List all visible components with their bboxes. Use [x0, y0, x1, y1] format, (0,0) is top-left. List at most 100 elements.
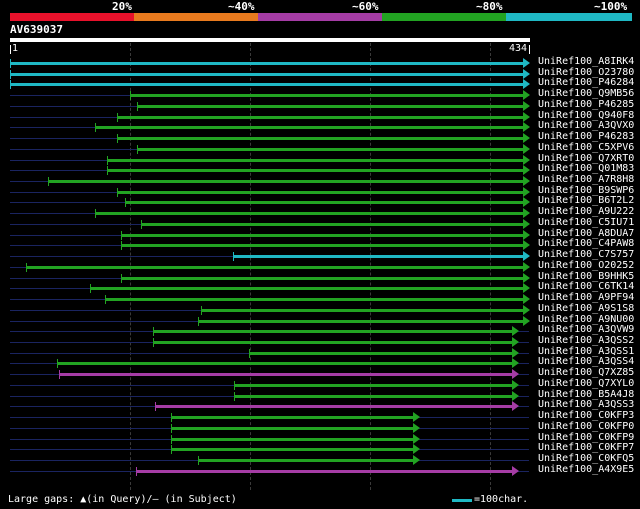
hit-alignment-bar	[153, 330, 512, 334]
query-name: AV639037	[10, 23, 63, 36]
hit-alignment-bar	[117, 190, 523, 194]
hit-start-cap	[198, 456, 199, 465]
hit-end-arrow-icon	[512, 369, 519, 380]
hit-end-arrow-icon	[413, 412, 420, 423]
hit-end-arrow-icon	[523, 165, 530, 176]
color-band-segment	[134, 13, 258, 21]
hit-end-arrow-icon	[523, 294, 530, 305]
hit-start-cap	[137, 144, 138, 154]
hit-start-cap	[125, 198, 126, 208]
hit-end-arrow-icon	[413, 444, 420, 455]
hit-end-arrow-icon	[523, 315, 530, 326]
hit-end-arrow-icon	[512, 336, 519, 347]
hit-start-cap	[117, 112, 118, 122]
hit-end-arrow-icon	[413, 433, 420, 444]
hit-alignment-bar	[201, 308, 523, 312]
hit-alignment-bar	[121, 276, 523, 280]
hit-start-cap	[130, 91, 131, 101]
hit-alignment-bar	[90, 287, 523, 291]
hit-alignment-bar	[105, 298, 523, 302]
hit-end-arrow-icon	[512, 401, 519, 412]
hit-alignment-bar	[153, 340, 512, 344]
hit-start-cap	[137, 101, 138, 111]
hit-alignment-bar	[137, 104, 523, 108]
hit-end-arrow-icon	[523, 218, 530, 229]
hit-start-cap	[171, 445, 172, 455]
hit-start-cap	[117, 134, 118, 144]
hit-start-cap	[117, 187, 118, 197]
percent-label-100: ~100%	[594, 0, 628, 13]
hit-end-arrow-icon	[523, 304, 530, 315]
hit-alignment-bar	[249, 351, 512, 355]
hit-end-arrow-icon	[523, 79, 530, 90]
hit-alignment-bar	[10, 83, 523, 87]
hit-start-cap	[198, 316, 199, 326]
hit-start-cap	[234, 380, 235, 390]
hit-start-cap	[10, 69, 11, 79]
hit-alignment-bar	[198, 459, 413, 462]
percent-label-60: ~60%	[352, 0, 379, 13]
hit-alignment-bar	[57, 362, 512, 366]
hit-alignment-bar	[10, 72, 523, 76]
hit-end-arrow-icon	[523, 208, 530, 219]
hit-alignment-bar	[171, 416, 413, 420]
hit-start-cap	[171, 423, 172, 433]
hit-end-arrow-icon	[523, 272, 530, 283]
hit-alignment-bar	[95, 212, 523, 216]
hit-end-arrow-icon	[523, 154, 530, 165]
hit-start-cap	[107, 166, 108, 176]
hit-alignment-bar	[155, 405, 512, 409]
hit-end-arrow-icon	[413, 455, 420, 465]
hit-alignment-bar	[107, 169, 523, 173]
hit-alignment-bar	[125, 201, 523, 205]
hit-end-arrow-icon	[523, 229, 530, 240]
hit-start-cap	[10, 80, 11, 90]
hit-alignment-bar	[130, 94, 523, 98]
hit-alignment-bar	[95, 126, 523, 130]
hit-alignment-bar	[137, 147, 523, 151]
hit-end-arrow-icon	[523, 197, 530, 208]
hit-alignment-bar	[121, 244, 523, 248]
hit-alignment-bar	[234, 394, 512, 398]
hit-alignment-bar	[107, 158, 523, 162]
hit-start-cap	[10, 59, 11, 68]
hit-row[interactable]: UniRef100_A4X9E5	[0, 464, 640, 477]
hit-end-arrow-icon	[523, 186, 530, 197]
gap-legend: Large gaps: ▲(in Query)/– (in Subject)	[8, 494, 237, 505]
hit-end-arrow-icon	[512, 465, 519, 476]
query-bar	[10, 38, 530, 42]
hit-end-arrow-icon	[512, 326, 519, 337]
hit-start-cap	[105, 295, 106, 305]
scale-end: 434	[509, 43, 528, 54]
hit-end-arrow-icon	[413, 422, 420, 433]
hit-start-cap	[90, 284, 91, 294]
scale-tick-start	[10, 45, 11, 54]
hit-alignment-bar	[141, 222, 523, 226]
hit-end-arrow-icon	[512, 390, 519, 401]
scale-tick-end	[529, 45, 530, 54]
hit-alignment-bar	[171, 448, 413, 452]
hit-start-cap	[153, 337, 154, 347]
hit-start-cap	[171, 413, 172, 423]
hit-alignment-bar	[233, 255, 523, 259]
hit-end-arrow-icon	[523, 68, 530, 79]
hit-start-cap	[57, 359, 58, 369]
color-band-segment	[10, 13, 134, 21]
hit-end-arrow-icon	[512, 358, 519, 369]
hit-start-cap	[201, 305, 202, 315]
hit-alignment-bar	[121, 233, 523, 237]
hit-end-arrow-icon	[523, 143, 530, 154]
hit-end-arrow-icon	[523, 90, 530, 101]
hit-start-cap	[136, 466, 137, 476]
hit-end-arrow-icon	[523, 111, 530, 122]
hit-start-cap	[249, 348, 250, 358]
hit-start-cap	[59, 370, 60, 380]
hit-start-cap	[95, 123, 96, 133]
hit-end-arrow-icon	[523, 261, 530, 272]
scale-legend-text: =100char.	[474, 494, 529, 505]
hit-end-arrow-icon	[523, 100, 530, 111]
hit-start-cap	[121, 273, 122, 283]
hit-end-arrow-icon	[523, 133, 530, 144]
color-band-segment	[382, 13, 506, 21]
hit-label[interactable]: UniRef100_A4X9E5	[538, 464, 634, 476]
